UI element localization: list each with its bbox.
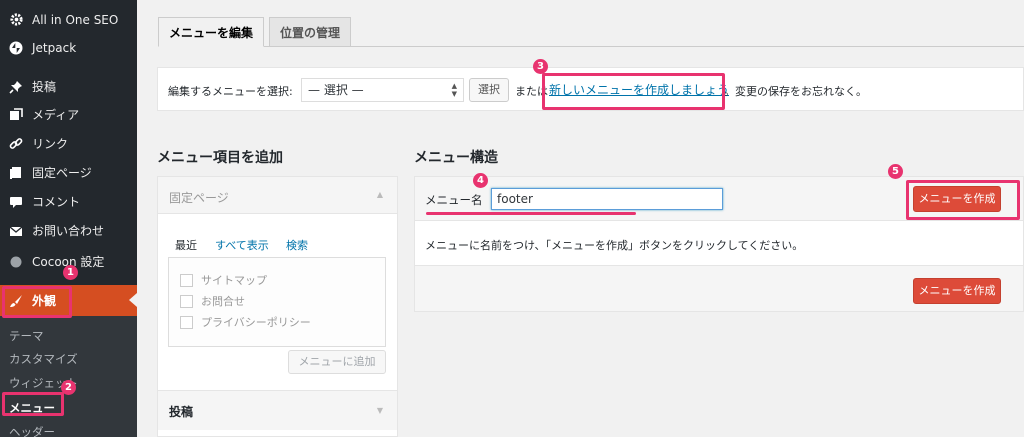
step-badge-1: 1 [63,265,78,280]
sidebar-item-label: メディア [32,108,80,122]
sidebar-item-all-in-one-seo[interactable]: All in One SEO [0,5,137,34]
admin-sidebar: All in One SEO Jetpack 投稿 メディア リンク 固定ページ [0,0,137,437]
underline-menu-name [426,212,636,215]
circle-icon [6,252,26,272]
create-menu-button-bottom[interactable]: メニューを作成 [913,278,1001,304]
pin-icon [6,77,26,97]
sidebar-item-label: リンク [32,137,69,151]
sidebar-item-posts[interactable]: 投稿 [0,72,137,101]
sidebar-item-label: 投稿 [32,80,57,94]
menu-name-label: メニュー名 [425,193,483,207]
page-checkbox-item[interactable]: お問合せ [180,293,245,309]
pages-tab-search[interactable]: 検索 [286,237,308,253]
tab-manage-locations[interactable]: 位置の管理 [269,17,352,47]
sidebar-item-contact[interactable]: お問い合わせ [0,216,137,245]
menu-name-input[interactable]: footer [491,188,723,210]
page-checkbox-item[interactable]: サイトマップ [180,272,267,288]
step-badge-2: 2 [61,380,76,395]
highlight-box-menus [2,392,64,416]
sidebar-item-label: All in One SEO [32,12,119,27]
pages-tab-recent[interactable]: 最近 [175,237,197,253]
menu-structure-footer: メニューを作成 [415,265,1023,311]
sidebar-item-comments[interactable]: コメント [0,187,137,216]
menu-select-dropdown[interactable]: — 選択 — ▲ ▼ [301,78,464,102]
sidebar-item-label: 固定ページ [32,166,92,180]
comment-icon [6,192,26,212]
step-badge-4: 4 [473,173,488,188]
sidebar-item-media[interactable]: メディア [0,100,137,129]
step-badge-5: 5 [888,164,903,179]
page-checkbox-item[interactable]: プライバシーポリシー [180,314,311,330]
page-icon [6,163,26,183]
accordion-posts-title: 投稿 [169,405,194,419]
checkbox[interactable] [180,315,193,329]
mail-icon [6,221,26,241]
sidebar-item-links[interactable]: リンク [0,129,137,158]
add-menu-items-panel: 固定ページ ▲ 最近 すべて表示 検索 サイトマップ お問合せ プライバシーポリ… [157,176,398,437]
save-reminder-text: 。変更の保存をお忘れなく。 [724,85,867,98]
tab-edit-menus[interactable]: メニューを編集 [158,17,265,47]
expand-arrow-icon: ▼ [376,406,383,415]
highlight-box-create-button [906,180,1020,220]
collapse-arrow-icon: ▲ [376,190,383,199]
highlight-box-appearance [2,286,72,318]
menu-instruction-text: メニューに名前をつけ、「メニューを作成」ボタンをクリックしてください。 [425,239,804,252]
sidebar-item-label: お問い合わせ [32,224,105,238]
accordion-pages-title: 固定ページ [169,191,229,205]
accordion-posts-header[interactable]: 投稿 ▼ [158,390,397,430]
updown-arrow-icon: ▲ ▼ [451,82,457,98]
add-menu-items-heading: メニュー項目を追加 [157,150,283,166]
add-to-menu-button[interactable]: メニューに追加 [288,350,386,374]
appearance-submenu: テーマ カスタマイズ ウィジェット メニュー ヘッダー [0,316,137,437]
step-badge-3: 3 [533,59,548,74]
submenu-item-customize[interactable]: カスタマイズ [9,351,78,367]
page-checkbox-label: お問合せ [201,295,245,308]
page-checkbox-label: サイトマップ [201,274,267,287]
submenu-item-themes[interactable]: テーマ [9,328,44,344]
sidebar-item-jetpack[interactable]: Jetpack [0,33,137,62]
sidebar-item-label: Jetpack [32,40,77,55]
checkbox[interactable] [180,294,193,308]
menu-structure-heading: メニュー構造 [414,150,498,166]
menu-select-label: 編集するメニューを選択: [168,85,293,98]
pages-tab-view-all[interactable]: すべて表示 [215,237,269,253]
submenu-item-header[interactable]: ヘッダー [9,424,55,437]
jetpack-icon [6,38,26,58]
highlight-box-create-link [542,73,725,110]
link-icon [6,134,26,154]
checkbox[interactable] [180,273,193,287]
sidebar-item-label: コメント [32,195,81,209]
media-icon [6,105,26,125]
menu-select-value: — 選択 — [308,83,364,97]
page-checkbox-label: プライバシーポリシー [201,316,311,329]
accordion-pages-header[interactable]: 固定ページ ▲ [158,177,397,214]
gear-icon [6,10,26,30]
select-button[interactable]: 選択 [469,78,509,102]
sidebar-item-pages[interactable]: 固定ページ [0,158,137,187]
pages-checklist: サイトマップ お問合せ プライバシーポリシー [168,257,386,347]
